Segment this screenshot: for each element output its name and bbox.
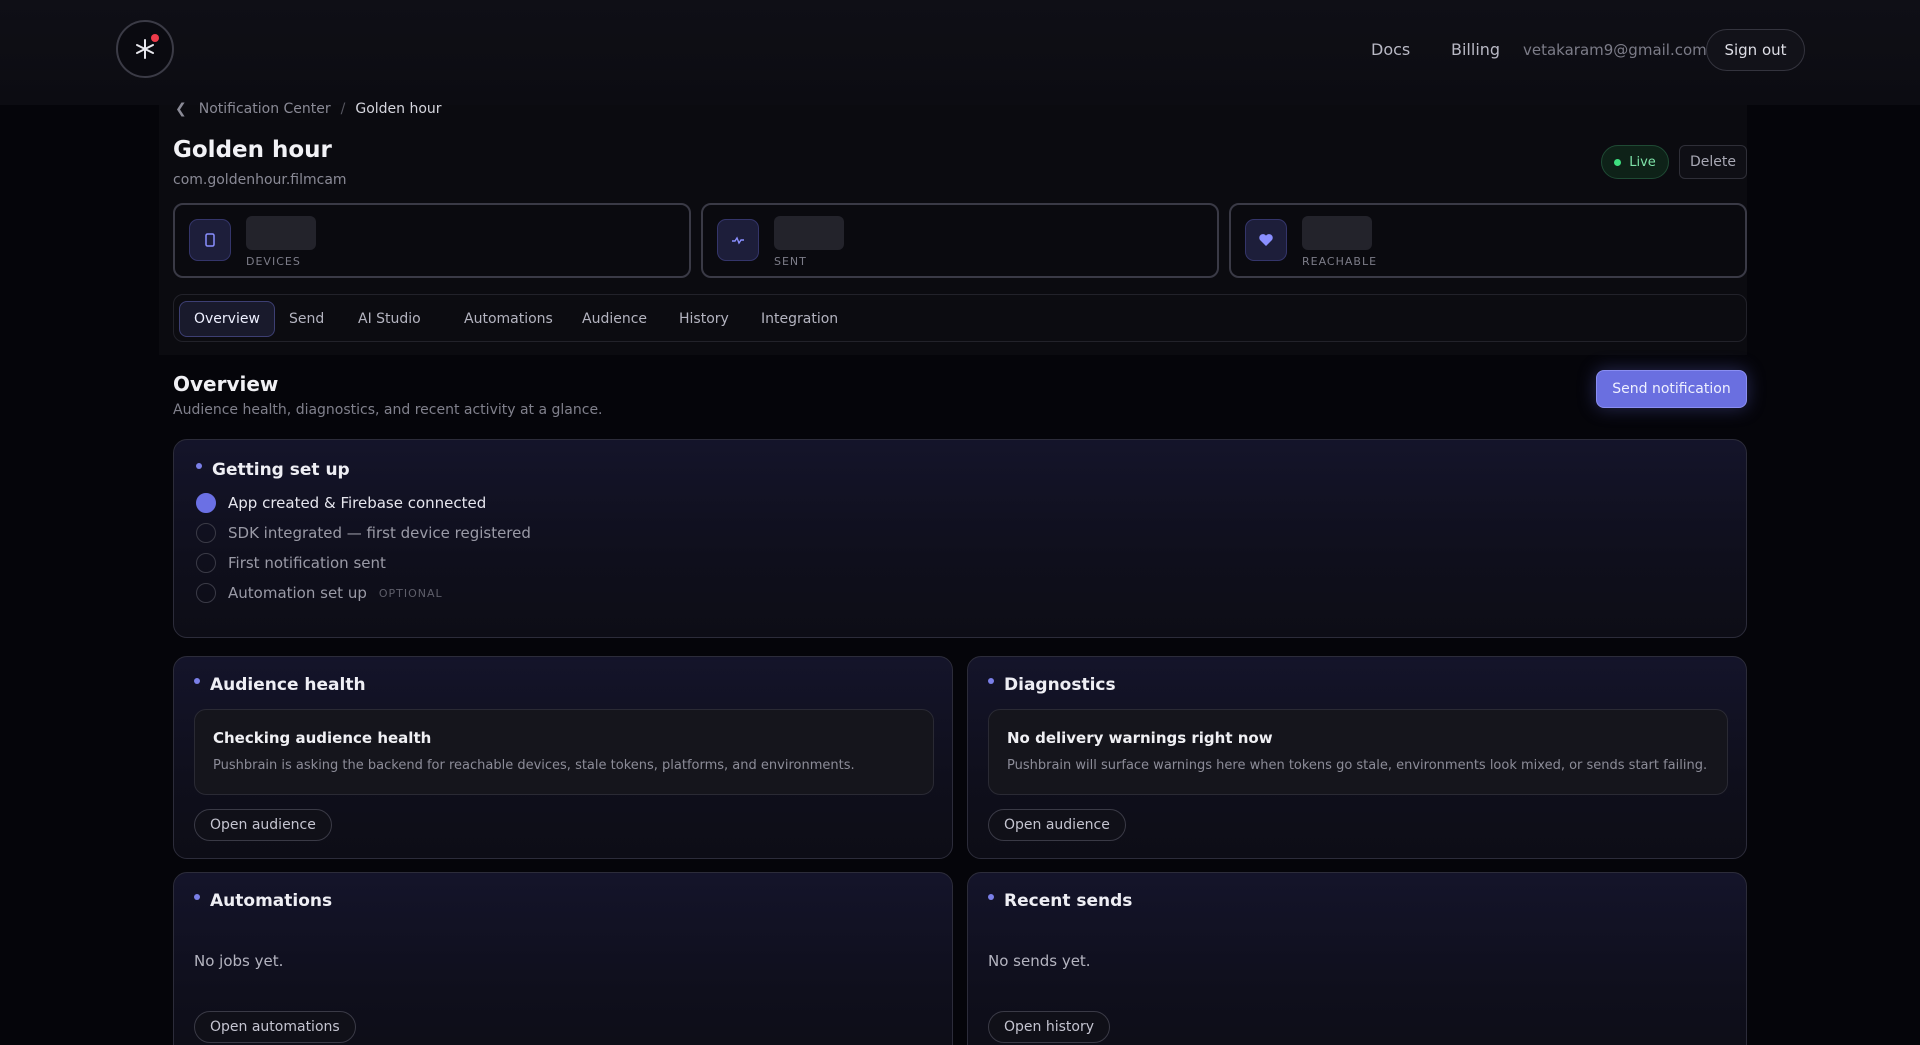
bullet-icon [194, 678, 200, 684]
status-title: No delivery warnings right now [1007, 729, 1273, 747]
tab-automations[interactable]: Automations [450, 301, 567, 337]
checklist-label: SDK integrated — first device registered [228, 524, 531, 542]
section-title: Overview [173, 372, 279, 396]
open-history-button[interactable]: Open history [988, 1011, 1110, 1043]
setup-checklist: App created & Firebase connected SDK int… [196, 488, 531, 608]
panel-title: Audience health [210, 675, 366, 695]
optional-tag: OPTIONAL [378, 586, 443, 600]
status-description: Pushbrain is asking the backend for reac… [213, 758, 855, 773]
getting-set-up-panel: Getting set up App created & Firebase co… [173, 439, 1747, 638]
stat-value-skeleton [246, 216, 316, 250]
bullet-icon [988, 678, 994, 684]
top-nav: Docs Billing vetakaram9@gmail.com Sign o… [0, 0, 1920, 105]
empty-state-text: No sends yet. [988, 952, 1091, 970]
app-title: Golden hour [173, 137, 332, 163]
checklist-item: App created & Firebase connected [196, 488, 531, 518]
breadcrumb-current: Golden hour [355, 101, 442, 117]
checklist-item: SDK integrated — first device registered [196, 518, 531, 548]
breadcrumb-separator: / [340, 101, 346, 117]
empty-circle-icon [196, 553, 216, 573]
checklist-label: Automation set up [228, 584, 367, 602]
breadcrumb: ❮ Notification Center / Golden hour [175, 101, 442, 117]
nav-billing-link[interactable]: Billing [1451, 40, 1500, 59]
nav-docs-link[interactable]: Docs [1371, 40, 1410, 59]
notification-dot [151, 34, 159, 42]
delete-button[interactable]: Delete [1679, 145, 1747, 179]
heart-icon [1245, 219, 1287, 261]
bullet-icon [988, 894, 994, 900]
diagnostics-panel: Diagnostics No delivery warnings right n… [967, 656, 1747, 859]
pulse-icon [717, 219, 759, 261]
tab-overview[interactable]: Overview [179, 301, 275, 337]
status-description: Pushbrain will surface warnings here whe… [1007, 758, 1708, 773]
bullet-icon [196, 463, 202, 469]
panel-title: Automations [210, 891, 333, 911]
stat-card-reachable: REACHABLE [1229, 203, 1747, 278]
checklist-label: First notification sent [228, 554, 386, 572]
open-automations-button[interactable]: Open automations [194, 1011, 356, 1043]
tab-history[interactable]: History [665, 301, 743, 337]
stat-label: SENT [774, 255, 807, 268]
breadcrumb-parent[interactable]: Notification Center [199, 101, 331, 117]
stat-value-skeleton [1302, 216, 1372, 250]
audience-health-status-box: Checking audience health Pushbrain is as… [194, 709, 934, 795]
phone-icon [189, 219, 231, 261]
stat-label: DEVICES [246, 255, 301, 268]
section-subtitle: Audience health, diagnostics, and recent… [173, 402, 603, 418]
checklist-item: First notification sent [196, 548, 531, 578]
stat-label: REACHABLE [1302, 255, 1378, 268]
audience-health-panel: Audience health Checking audience health… [173, 656, 953, 859]
user-email: vetakaram9@gmail.com [1523, 41, 1707, 59]
automations-panel: Automations No jobs yet. Open automation… [173, 872, 953, 1045]
status-label: Live [1629, 154, 1656, 170]
empty-circle-icon [196, 583, 216, 603]
panel-title: Diagnostics [1004, 675, 1116, 695]
send-notification-button[interactable]: Send notification [1596, 370, 1747, 408]
tab-integration[interactable]: Integration [747, 301, 852, 337]
status-badge: Live [1601, 145, 1669, 179]
tab-send[interactable]: Send [275, 301, 338, 337]
live-dot-icon [1614, 158, 1622, 166]
check-circle-icon [196, 493, 216, 513]
sign-out-button[interactable]: Sign out [1706, 29, 1805, 71]
empty-state-text: No jobs yet. [194, 952, 284, 970]
recent-sends-panel: Recent sends No sends yet. Open history [967, 872, 1747, 1045]
open-audience-button[interactable]: Open audience [194, 809, 332, 841]
checklist-item: Automation set up OPTIONAL [196, 578, 531, 608]
open-audience-button[interactable]: Open audience [988, 809, 1126, 841]
tab-ai-studio[interactable]: AI Studio [344, 301, 435, 337]
chevron-left-icon[interactable]: ❮ [175, 101, 187, 117]
stat-card-sent: SENT [701, 203, 1219, 278]
tab-audience[interactable]: Audience [568, 301, 661, 337]
bullet-icon [194, 894, 200, 900]
diagnostics-status-box: No delivery warnings right now Pushbrain… [988, 709, 1728, 795]
panel-title: Recent sends [1004, 891, 1133, 911]
panel-title: Getting set up [212, 460, 350, 480]
app-bundle-id: com.goldenhour.filmcam [173, 172, 347, 188]
stat-card-devices: DEVICES [173, 203, 691, 278]
stat-value-skeleton [774, 216, 844, 250]
status-title: Checking audience health [213, 729, 432, 747]
logo[interactable] [116, 20, 174, 78]
empty-circle-icon [196, 523, 216, 543]
tab-bar: Overview Send AI Studio Automations Audi… [173, 294, 1747, 342]
checklist-label: App created & Firebase connected [228, 494, 487, 512]
